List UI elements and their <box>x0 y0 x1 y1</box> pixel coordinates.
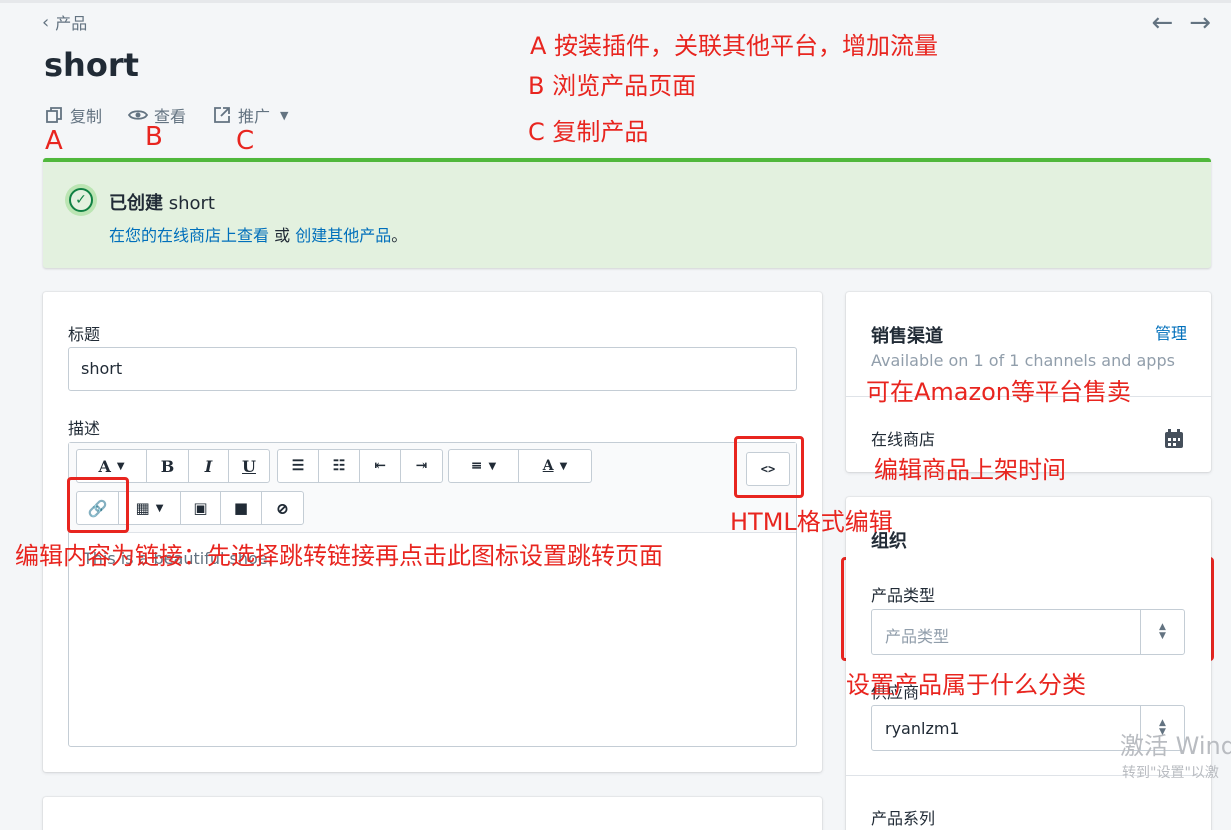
clear-format-icon: ⊘ <box>275 498 290 518</box>
numbered-list-icon[interactable]: ☷ <box>319 450 360 482</box>
bold-button[interactable]: B <box>147 450 189 482</box>
pagination-arrows: ← → <box>1151 8 1211 38</box>
promote-button[interactable]: 推广 ▼ <box>212 103 289 127</box>
description-label: 描述 <box>68 419 101 438</box>
product-type-label: 产品类型 <box>871 586 936 605</box>
product-type-placeholder: 产品类型 <box>885 627 950 646</box>
image-icon: ▣ <box>193 499 208 517</box>
clear-format-button[interactable]: ⊘ <box>262 492 303 524</box>
vendor-value: ryanlzm1 <box>885 719 960 738</box>
banner-title: 已创建 short <box>109 189 215 215</box>
view-in-store-link[interactable]: 在您的在线商店上查看 <box>109 226 269 245</box>
external-icon <box>214 107 230 123</box>
html-highlight-box <box>734 436 804 498</box>
duplicate-label: 复制 <box>70 107 103 126</box>
activation-watermark-hint: 转到"设置"以激 <box>1122 765 1219 781</box>
annotation-schedule: 编辑商品上架时间 <box>874 456 1066 484</box>
text-color-button[interactable]: A ▼ <box>519 450 591 482</box>
text-color-icon: A <box>542 458 554 474</box>
arrow-left-icon[interactable]: ← <box>1151 8 1173 38</box>
chevron-down-icon: ▼ <box>280 108 289 122</box>
video-button[interactable]: ■ <box>221 492 262 524</box>
chevron-down-icon: ▼ <box>116 460 125 472</box>
manage-link[interactable]: 管理 <box>1155 320 1187 344</box>
align-color-group: ≡ ▼ A ▼ <box>448 449 592 483</box>
align-left-icon: ≡ <box>470 458 483 474</box>
chevron-left-icon: ‹ <box>42 11 50 33</box>
outdent-icon[interactable]: ⇤ <box>360 450 401 482</box>
annotation-html-edit: HTML格式编辑 <box>730 508 893 536</box>
breadcrumb[interactable]: ‹ 产品 <box>42 10 87 34</box>
promote-label: 推广 <box>238 107 271 126</box>
annotation-letter-c: C <box>236 126 255 156</box>
channels-availability: Available on 1 of 1 channels and apps <box>871 351 1175 370</box>
annotation-line-c: C 复制产品 <box>528 118 649 146</box>
editor-toolbar: A ▼ B I U ☰ ☷ ⇤ ⇥ ≡ ▼ A ▼ <> 🔗 ▦ ▼ ▣ ■ ⊘ <box>69 443 796 533</box>
title-input[interactable]: short <box>68 347 797 391</box>
annotation-amazon: 可在Amazon等平台售卖 <box>866 378 1131 406</box>
product-details-card: 标题 short 描述 A▼ B I U ☰ ☷ ⇤ ⇥ ≡▼ A▼ <> <box>43 292 822 772</box>
italic-button[interactable]: I <box>189 450 229 482</box>
bullet-list-icon[interactable]: ☰ <box>278 450 319 482</box>
banner-prefix: 已创建 <box>109 193 163 214</box>
align-button[interactable]: ≡ ▼ <box>449 450 519 482</box>
page-title: short <box>44 46 139 84</box>
collections-label: 产品系列 <box>871 809 936 828</box>
check-circle-icon: ✓ <box>65 184 97 216</box>
chevron-down-icon: ▼ <box>559 460 568 472</box>
action-bar: 复制 查看 推广 ▼ <box>44 103 289 127</box>
annotation-category: 设置产品属于什么分类 <box>846 671 1086 699</box>
banner-period: 。 <box>391 226 408 245</box>
annotation-line-a: A 按装插件，关联其他平台，增加流量 <box>530 32 939 60</box>
create-another-link[interactable]: 创建其他产品 <box>295 226 391 245</box>
breadcrumb-label: 产品 <box>55 14 88 33</box>
product-type-select[interactable]: 产品类型 ▲ ▼ <box>871 609 1185 655</box>
online-store-label: 在线商店 <box>871 430 936 449</box>
duplicate-button[interactable]: 复制 <box>44 103 102 127</box>
link-highlight-box <box>67 477 129 533</box>
description-editor[interactable]: A ▼ B I U ☰ ☷ ⇤ ⇥ ≡ ▼ A ▼ <> 🔗 ▦ ▼ ▣ ■ ⊘… <box>68 442 797 747</box>
duplicate-icon <box>46 107 62 123</box>
chevron-down-icon: ▼ <box>155 502 164 514</box>
annotation-link-note: 编辑内容为链接：先选择跳转链接再点击此图标设置跳转页面 <box>15 542 663 570</box>
font-style-label: A <box>98 456 111 476</box>
arrow-right-icon[interactable]: → <box>1189 8 1211 38</box>
success-banner: ✓ 已创建 short 在您的在线商店上查看 或 创建其他产品。 <box>43 158 1211 268</box>
title-label: 标题 <box>68 325 101 344</box>
underline-button[interactable]: U <box>229 450 269 482</box>
secondary-card <box>43 797 822 830</box>
banner-links: 在您的在线商店上查看 或 创建其他产品。 <box>109 222 407 246</box>
annotation-letter-a: A <box>45 126 63 156</box>
table-icon: ▦ <box>135 499 150 517</box>
image-button[interactable]: ▣ <box>181 492 221 524</box>
video-icon: ■ <box>233 499 249 517</box>
select-arrows-icon: ▲ ▼ <box>1140 610 1184 654</box>
indent-icon[interactable]: ⇥ <box>401 450 442 482</box>
annotation-line-b: B 浏览产品页面 <box>528 72 697 100</box>
banner-product-name: short <box>168 193 215 214</box>
annotation-letter-b: B <box>145 122 163 152</box>
banner-or: 或 <box>274 226 291 245</box>
activation-watermark: 激活 Wind <box>1120 732 1231 760</box>
calendar-icon[interactable] <box>1163 428 1185 450</box>
sales-channels-title: 销售渠道 <box>871 326 943 347</box>
list-group: ☰ ☷ ⇤ ⇥ <box>277 449 443 483</box>
top-shadow <box>0 0 1231 3</box>
chevron-down-icon: ▼ <box>488 460 497 472</box>
